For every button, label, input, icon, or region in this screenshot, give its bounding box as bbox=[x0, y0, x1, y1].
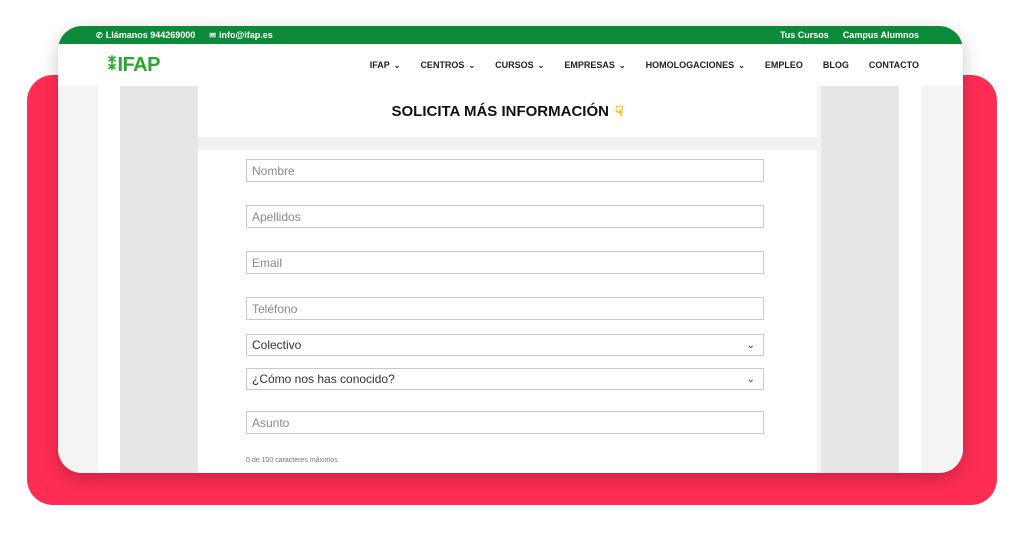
chevron-down-icon: ⌄ bbox=[618, 60, 626, 70]
phone-label: Llámanos 944269000 bbox=[105, 30, 196, 40]
top-bar: ✆ Llámanos 944269000 ✉ info@ifap.es Tus … bbox=[58, 26, 963, 44]
left-margin bbox=[98, 86, 121, 473]
character-counter: 0 de 100 caracteres máximos bbox=[246, 457, 338, 464]
nombre-placeholder: Nombre bbox=[252, 163, 295, 178]
right-gray-column bbox=[821, 86, 899, 473]
email-field[interactable]: Email bbox=[246, 251, 764, 274]
form-panel: SOLICITA MÁS INFORMACIÓN ☟ Nombre Apelli… bbox=[198, 86, 817, 473]
asunto-field[interactable]: Asunto bbox=[246, 411, 764, 434]
nav-item-cursos[interactable]: CURSOS ⌄ bbox=[495, 60, 544, 70]
apellidos-placeholder: Apellidos bbox=[252, 209, 301, 224]
chevron-down-icon: ⌄ bbox=[537, 60, 545, 70]
colectivo-value: Colectivo bbox=[252, 338, 302, 352]
campus-alumnos-link[interactable]: Campus Alumnos bbox=[843, 30, 919, 40]
chevron-down-icon: ⌄ bbox=[468, 60, 476, 70]
nav-item-homologaciones[interactable]: HOMOLOGACIONES ⌄ bbox=[646, 60, 745, 70]
nav-item-empresas[interactable]: EMPRESAS ⌄ bbox=[564, 60, 625, 70]
logo-text: IFAP bbox=[117, 53, 161, 76]
tus-cursos-link[interactable]: Tus Cursos bbox=[780, 30, 829, 40]
right-margin bbox=[898, 86, 921, 473]
phone-icon: ✆ bbox=[96, 30, 103, 40]
chevron-down-icon: ⌄ bbox=[746, 373, 755, 385]
main-nav: ⁑ IFAP IFAP ⌄ CENTROS ⌄ CURSOS ⌄ EMPRESAS ⌄ … bbox=[58, 44, 963, 86]
conocido-select[interactable]: ¿Cómo nos has conocido? ⌄ bbox=[246, 368, 764, 390]
nav-menu: IFAP ⌄ CENTROS ⌄ CURSOS ⌄ EMPRESAS ⌄ HOMOLOG… bbox=[370, 60, 919, 70]
chevron-down-icon: ⌄ bbox=[746, 339, 755, 351]
mail-icon: ✉ bbox=[209, 30, 216, 40]
nav-item-centros[interactable]: CENTROS ⌄ bbox=[420, 60, 475, 70]
nombre-field[interactable]: Nombre bbox=[246, 159, 764, 182]
apellidos-field[interactable]: Apellidos bbox=[246, 205, 764, 228]
email-link[interactable]: ✉ info@ifap.es bbox=[209, 30, 272, 40]
logo[interactable]: ⁑ IFAP bbox=[108, 54, 160, 77]
nav-item-ifap[interactable]: IFAP ⌄ bbox=[370, 60, 401, 70]
logo-mark-icon: ⁑ bbox=[108, 57, 116, 74]
asunto-placeholder: Asunto bbox=[252, 415, 290, 430]
nav-item-empleo[interactable]: EMPLEO bbox=[765, 60, 803, 70]
form-title: SOLICITA MÁS INFORMACIÓN bbox=[391, 103, 609, 120]
email-label: info@ifap.es bbox=[218, 30, 273, 40]
page-content: SOLICITA MÁS INFORMACIÓN ☟ Nombre Apelli… bbox=[58, 86, 963, 473]
telefono-field[interactable]: Teléfono bbox=[246, 297, 764, 320]
chevron-down-icon: ⌄ bbox=[393, 60, 401, 70]
nav-item-contacto[interactable]: CONTACTO bbox=[869, 60, 919, 70]
email-placeholder: Email bbox=[252, 255, 283, 270]
nav-item-blog[interactable]: BLOG bbox=[823, 60, 849, 70]
conocido-value: ¿Cómo nos has conocido? bbox=[252, 372, 395, 386]
pointing-down-hand-icon: ☟ bbox=[614, 103, 624, 119]
chevron-down-icon: ⌄ bbox=[738, 60, 745, 70]
form-header: SOLICITA MÁS INFORMACIÓN ☟ bbox=[198, 86, 817, 150]
phone-link[interactable]: ✆ Llámanos 944269000 bbox=[96, 30, 195, 40]
colectivo-select[interactable]: Colectivo ⌄ bbox=[246, 334, 764, 356]
telefono-placeholder: Teléfono bbox=[252, 301, 298, 316]
browser-screenshot: ✆ Llámanos 944269000 ✉ info@ifap.es Tus … bbox=[58, 26, 963, 473]
left-gray-column bbox=[120, 86, 198, 473]
